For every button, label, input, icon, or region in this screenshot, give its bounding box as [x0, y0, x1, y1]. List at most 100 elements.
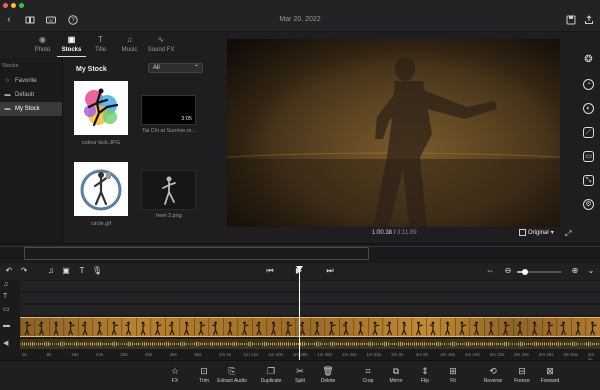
speed-icon[interactable]: ◔	[583, 79, 594, 90]
waveform-bar	[126, 342, 127, 346]
overview-scrubber[interactable]	[0, 243, 600, 263]
export-icon[interactable]	[584, 15, 594, 25]
split-button[interactable]: ✂ Split	[285, 365, 315, 384]
waveform-bar	[564, 342, 565, 346]
add-music-icon[interactable]: ♫	[46, 266, 56, 276]
stock-thumbnail[interactable]	[74, 81, 128, 135]
zoom-out-icon[interactable]: ⊖	[503, 266, 513, 276]
undo-icon[interactable]: ↶	[4, 266, 14, 276]
playhead[interactable]	[299, 270, 300, 360]
quality-dropdown[interactable]: Original ▾	[519, 229, 554, 236]
flip-icon: ⇕	[421, 366, 429, 376]
waveform-bar	[22, 342, 23, 346]
reverse-button[interactable]: ⟲ Reverse	[478, 365, 508, 384]
waveform-bar	[370, 341, 371, 347]
sidebar-item-default[interactable]: ▬ Default	[0, 88, 62, 102]
waveform-bar	[240, 343, 241, 345]
stock-filter-dropdown[interactable]: All ⌃	[148, 63, 203, 73]
more-icon[interactable]: ⌄	[586, 266, 596, 276]
waveform-bar	[160, 342, 161, 346]
sidebar-item-favorite[interactable]: ☆ Favorite	[0, 74, 62, 88]
video-frame	[194, 318, 206, 336]
mirror-button[interactable]: ⧉ Mirror	[381, 365, 411, 384]
save-icon[interactable]	[566, 15, 576, 25]
waveform-bar	[218, 342, 219, 346]
redo-icon[interactable]: ↷	[19, 266, 29, 276]
fullscreen-icon[interactable]: ⤢	[565, 229, 571, 239]
video-track-icon: ▬	[3, 322, 10, 329]
waveform-bar	[416, 342, 417, 346]
waveform-bar	[454, 341, 455, 347]
waveform-bar	[514, 343, 515, 345]
tab-photo[interactable]: ◉ Photo	[28, 35, 57, 57]
minimize-window-button[interactable]	[11, 3, 16, 8]
waveform-bar	[278, 342, 279, 346]
add-text-icon[interactable]: T	[77, 266, 87, 276]
waveform-bar	[576, 342, 577, 346]
time-readout: 1:00.38 / 3:11.89	[372, 230, 417, 236]
timeline-tracks: ♫ T ▭ ▬ ◀ 0s 8s 16s 24s 32s 40s 48s 56s 1m 4s 1m …	[0, 280, 600, 362]
flip-button[interactable]: ⇕ Flip	[410, 365, 440, 384]
ruler-tick: 1m 20s	[268, 352, 283, 357]
stock-thumbnail[interactable]	[141, 170, 196, 210]
overview-visible-range[interactable]	[24, 247, 369, 260]
zoom-in-icon[interactable]: ⊕	[570, 266, 580, 276]
adjust-icon[interactable]: ◐	[583, 103, 594, 114]
waveform-bar	[304, 342, 305, 346]
waveform-bar	[116, 342, 117, 346]
waveform-bar	[30, 342, 31, 346]
overlay-track[interactable]	[20, 305, 600, 315]
trim-button[interactable]: ⊡ Trim	[189, 365, 219, 384]
freeze-icon: ⊟	[518, 366, 526, 376]
skip-forward-icon[interactable]: ⏭	[325, 266, 335, 276]
color-circles-icon[interactable]: ❂	[583, 55, 594, 66]
tab-music[interactable]: ♫ Music	[115, 35, 144, 57]
fit-button[interactable]: ⊞ Fit	[438, 365, 468, 384]
waveform-bar	[554, 342, 555, 346]
delete-button[interactable]: 🗑 Delete	[313, 365, 343, 384]
waveform-bar	[366, 342, 367, 346]
tab-title[interactable]: T Title	[86, 35, 115, 57]
add-media-icon[interactable]: ▣	[61, 266, 71, 276]
freeze-button[interactable]: ⊟ Freeze	[507, 365, 537, 384]
waveform-bar	[432, 342, 433, 346]
waveform-bar	[156, 343, 157, 345]
waveform-bar	[46, 341, 47, 347]
skip-back-icon[interactable]: ⏮	[265, 266, 275, 276]
fit-timeline-icon[interactable]: ⇔	[485, 266, 495, 276]
fx-button[interactable]: ☆ FX	[160, 365, 190, 384]
resize-icon[interactable]: ⤡	[583, 175, 594, 186]
tab-sound-fx[interactable]: ∿ Sound FX	[144, 35, 178, 57]
audio-waveform[interactable]	[20, 339, 600, 349]
microphone-icon[interactable]: 🎙	[92, 266, 102, 276]
waveform-bar	[76, 341, 77, 347]
sidebar-item-my-stock[interactable]: ▬ My Stock	[0, 102, 62, 116]
forward-button[interactable]: ⊠ Forward	[535, 365, 565, 384]
waveform-bar	[214, 342, 215, 346]
crop-frame-icon[interactable]: ▭	[583, 151, 594, 162]
video-frame	[179, 318, 190, 336]
stock-thumbnail[interactable]: 3:05	[141, 95, 196, 125]
music-track[interactable]	[20, 281, 600, 291]
stock-thumbnail[interactable]	[74, 162, 128, 216]
waveform-bar	[320, 342, 321, 346]
crop-button[interactable]: ⌗ Crop	[353, 365, 383, 384]
transform-icon[interactable]: ⟋	[583, 127, 594, 138]
video-preview[interactable]	[227, 39, 560, 227]
zoom-slider-knob[interactable]	[522, 269, 528, 275]
current-time: 1:00.38	[372, 230, 393, 236]
timeline-ruler[interactable]: 0s 8s 16s 24s 32s 40s 48s 56s 1m 4s 1m 12s 1m 20s 1…	[20, 350, 600, 362]
duplicate-button[interactable]: ❐ Duplicate	[256, 365, 286, 384]
extract-audio-button[interactable]: ⎘ Extract Audio	[217, 365, 247, 384]
settings-circle-icon[interactable]: ⚙	[583, 199, 594, 210]
video-clip[interactable]	[20, 317, 600, 337]
waveform-bar	[226, 342, 227, 346]
waveform-bar	[374, 343, 375, 345]
waveform-bar	[348, 342, 349, 346]
waveform-bar	[534, 342, 535, 346]
zoom-slider[interactable]	[517, 269, 562, 275]
tab-stocks[interactable]: ▣ Stocks	[57, 35, 86, 57]
close-window-button[interactable]	[3, 3, 8, 8]
zoom-window-button[interactable]	[19, 3, 24, 8]
text-track[interactable]	[20, 293, 600, 303]
